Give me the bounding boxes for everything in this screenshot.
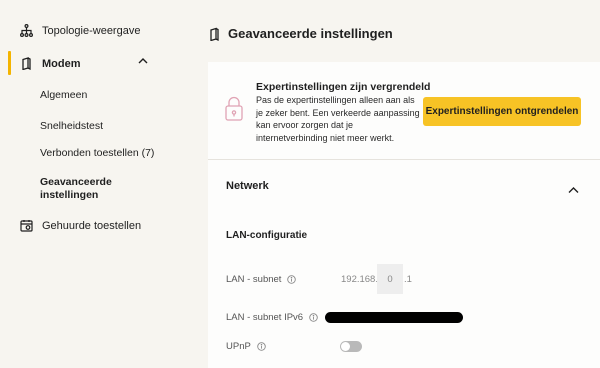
sidebar: Topologie-weergave Modem Algemeen Snelhe…	[0, 0, 192, 368]
network-section-title: Netwerk	[226, 180, 269, 192]
info-icon[interactable]	[309, 313, 318, 322]
sidebar-item-modem[interactable]: Modem	[0, 51, 192, 75]
unlock-expert-settings-button[interactable]: Expertinstellingen ontgrendelen	[423, 97, 581, 126]
sidebar-item-label: Modem	[42, 57, 81, 70]
lan-config-heading: LAN-configuratie	[226, 230, 308, 241]
lan-subnet-prefix: 192.168.	[341, 274, 378, 285]
modem-icon	[208, 27, 220, 41]
chevron-up-icon[interactable]	[138, 56, 148, 68]
sidebar-subitem-general[interactable]: Algemeen	[40, 89, 87, 102]
settings-panel: Expertinstellingen zijn vergrendeld Pas …	[208, 62, 600, 368]
expert-lock-notice: Expertinstellingen zijn vergrendeld Pas …	[208, 62, 600, 160]
sidebar-item-label: Topologie-weergave	[42, 24, 141, 37]
lock-icon	[224, 96, 244, 127]
lan-subnet-ipv6-label-text: LAN - subnet IPv6	[226, 312, 304, 323]
sidebar-subitem-speedtest[interactable]: Snelheidstest	[40, 120, 103, 133]
toggle-knob	[341, 342, 350, 351]
page-header: Geavanceerde instellingen	[208, 26, 393, 41]
sidebar-item-topology[interactable]: Topologie-weergave	[0, 24, 192, 37]
info-icon[interactable]	[257, 342, 266, 351]
lan-subnet-ipv6-label: LAN - subnet IPv6	[226, 312, 318, 323]
lock-title: Expertinstellingen zijn vergrendeld	[256, 81, 431, 93]
upnp-label: UPnP	[226, 341, 266, 352]
rented-devices-icon	[18, 219, 34, 232]
sidebar-subitem-connected-devices[interactable]: Verbonden toestellen (7)	[40, 147, 154, 160]
sidebar-item-rented-devices[interactable]: Gehuurde toestellen	[0, 219, 192, 232]
lan-subnet-octet-input[interactable]	[377, 264, 403, 294]
page-title: Geavanceerde instellingen	[228, 26, 393, 41]
modem-icon	[18, 57, 34, 70]
topology-icon	[18, 24, 34, 37]
sidebar-subitem-advanced-settings[interactable]: Geavanceerde instellingen	[40, 176, 140, 202]
sidebar-item-label: Gehuurde toestellen	[42, 219, 142, 232]
lan-subnet-label: LAN - subnet	[226, 274, 297, 285]
upnp-toggle[interactable]	[340, 341, 362, 352]
lan-subnet-label-text: LAN - subnet	[226, 274, 282, 285]
info-icon[interactable]	[287, 275, 297, 284]
chevron-up-icon[interactable]	[568, 181, 579, 199]
upnp-label-text: UPnP	[226, 341, 251, 352]
redacted-ipv6-value	[325, 312, 463, 323]
lan-subnet-suffix: .1	[404, 274, 412, 285]
lock-description: Pas de expertinstellingen alleen aan als…	[256, 95, 420, 143]
